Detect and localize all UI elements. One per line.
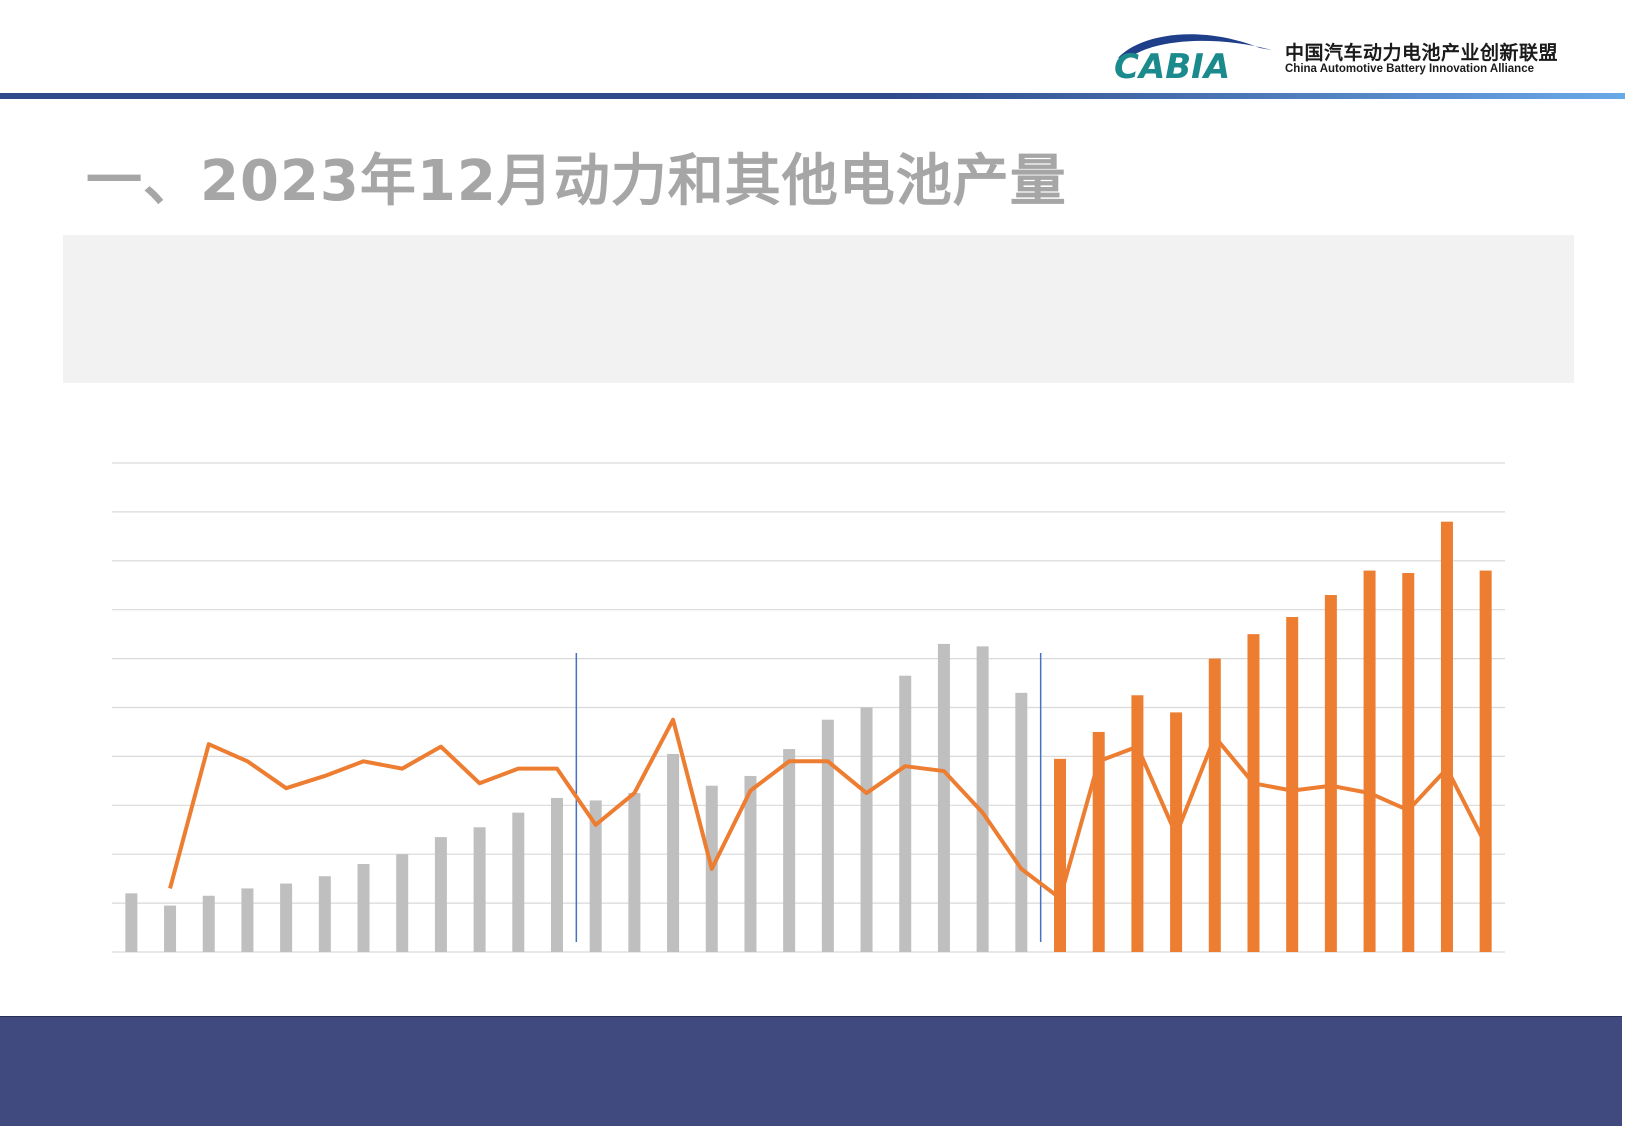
production-chart bbox=[0, 0, 1625, 1000]
bar bbox=[203, 896, 215, 952]
bar bbox=[319, 876, 331, 952]
bar bbox=[1364, 571, 1376, 952]
bar bbox=[783, 749, 795, 952]
bar bbox=[1325, 595, 1337, 952]
bar bbox=[1480, 571, 1492, 952]
bar bbox=[164, 906, 176, 952]
bar bbox=[1131, 695, 1143, 952]
footer-bar bbox=[0, 1016, 1622, 1126]
bar bbox=[396, 854, 408, 952]
bar bbox=[474, 827, 486, 952]
bar bbox=[1209, 659, 1221, 952]
bar bbox=[938, 644, 950, 952]
bar bbox=[899, 676, 911, 952]
bar bbox=[551, 798, 563, 952]
bar bbox=[861, 708, 873, 953]
bar bbox=[667, 754, 679, 952]
bar bbox=[435, 837, 447, 952]
bar bbox=[822, 720, 834, 952]
bar bbox=[977, 646, 989, 952]
bar bbox=[1402, 573, 1414, 952]
bar bbox=[1054, 759, 1066, 952]
bar bbox=[1247, 634, 1259, 952]
bar bbox=[1286, 617, 1298, 952]
bar bbox=[358, 864, 370, 952]
bar bbox=[512, 813, 524, 952]
bar bbox=[125, 893, 137, 952]
bar bbox=[280, 884, 292, 952]
bar bbox=[1015, 693, 1027, 952]
bar bbox=[628, 793, 640, 952]
bar bbox=[241, 888, 253, 952]
bar bbox=[1441, 522, 1453, 952]
